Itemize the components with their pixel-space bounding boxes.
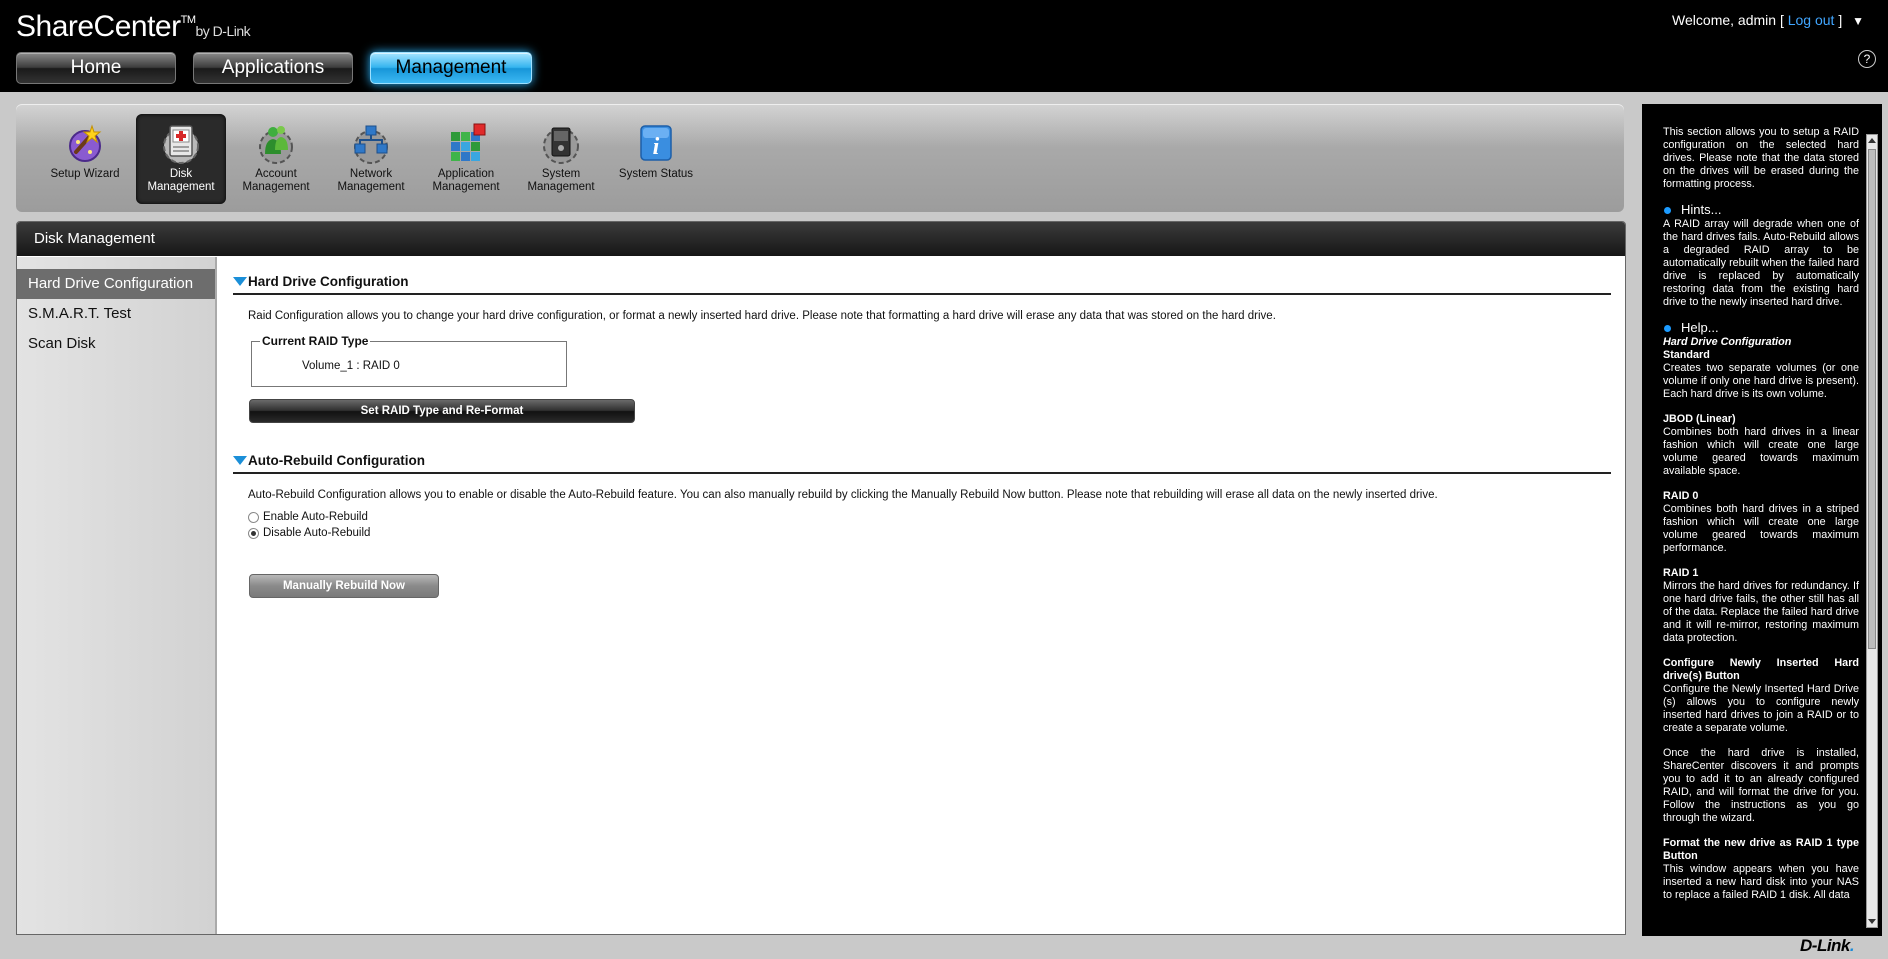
disable-auto-rebuild-option[interactable]: Disable Auto-Rebuild xyxy=(248,527,370,539)
dlink-logo-dot: . xyxy=(1849,936,1855,955)
help-jbod-text: Combines both hard drives in a linear fa… xyxy=(1663,426,1859,477)
toolbar-system-management[interactable]: System Management xyxy=(516,114,606,204)
help-once-text: Once the hard drive is installed, ShareC… xyxy=(1663,747,1859,824)
scroll-up-icon[interactable] xyxy=(1868,138,1876,143)
toolbar-disk-management-label2: Management xyxy=(147,181,215,193)
arc-description: Auto-Rebuild Configuration allows you to… xyxy=(248,489,1438,501)
main-content: Hard Drive Configuration Raid Configurat… xyxy=(233,257,1611,934)
toolbar-network-management[interactable]: Network Management xyxy=(326,114,416,204)
toolbar-network-management-label: Network xyxy=(349,168,393,180)
current-raid-box: Current RAID Type Volume_1 : RAID 0 xyxy=(251,334,567,387)
help-panel: This section allows you to setup a RAID … xyxy=(1642,104,1882,936)
help-format-text: This window appears when you have insert… xyxy=(1663,863,1859,901)
arc-section-header[interactable]: Auto-Rebuild Configuration xyxy=(233,450,1611,474)
help-intro: This section allows you to setup a RAID … xyxy=(1663,126,1859,190)
help-raid0-text: Combines both hard drives in a striped f… xyxy=(1663,503,1859,554)
help-jbod-title: JBOD (Linear) xyxy=(1663,413,1736,425)
disable-auto-rebuild-radio[interactable] xyxy=(248,527,259,539)
help-heading: Help... xyxy=(1663,321,1859,334)
manually-rebuild-button[interactable]: Manually Rebuild Now xyxy=(249,574,439,598)
welcome-text: Welcome, admin [ xyxy=(1672,12,1784,28)
help-icon[interactable]: ? xyxy=(1858,50,1876,68)
dlink-logo: D-Link. xyxy=(1800,936,1855,956)
disk-icon xyxy=(158,120,204,166)
brand-name: ShareCenter xyxy=(16,10,181,43)
help-raid0-title: RAID 0 xyxy=(1663,490,1699,502)
application-icon xyxy=(443,120,489,166)
side-menu: Hard Drive Configuration S.M.A.R.T. Test… xyxy=(17,257,217,934)
toolbar-disk-management-label: Disk xyxy=(169,168,193,180)
current-raid-value: Volume_1 : RAID 0 xyxy=(302,360,400,372)
toolbar-system-management-label: System xyxy=(541,168,581,180)
help-configure-title: Configure Newly Inserted Hard drive(s) B… xyxy=(1663,657,1859,682)
hdc-section-title: Hard Drive Configuration xyxy=(248,274,409,289)
help-format-title: Format the new drive as RAID 1 type Butt… xyxy=(1663,837,1859,862)
disable-auto-rebuild-label: Disable Auto-Rebuild xyxy=(263,527,371,539)
panel-title: Disk Management xyxy=(17,222,1625,256)
account-icon xyxy=(253,120,299,166)
brand-by: by D-Link xyxy=(195,23,251,39)
help-scrollbar[interactable] xyxy=(1866,134,1878,928)
welcome-close-bracket: ] xyxy=(1838,12,1843,28)
enable-auto-rebuild-option[interactable]: Enable Auto-Rebuild xyxy=(248,511,368,523)
menu-item-smart-test[interactable]: S.M.A.R.T. Test xyxy=(17,299,215,329)
help-standard-title: Standard xyxy=(1663,349,1710,361)
toolbar-system-status[interactable]: i System Status xyxy=(611,114,701,204)
wizard-icon xyxy=(62,120,108,166)
tab-applications[interactable]: Applications xyxy=(193,52,353,84)
logout-link[interactable]: Log out xyxy=(1788,12,1835,28)
toolbar-application-management-label: Application xyxy=(437,168,495,180)
toolbar-system-management-label2: Management xyxy=(527,181,595,193)
toolbar-system-status-label: System Status xyxy=(618,168,694,180)
top-header: ShareCenterTMby D-Link Home Applications… xyxy=(0,0,1888,92)
hints-heading: Hints... xyxy=(1663,203,1859,216)
sharecenter-logo: ShareCenterTMby D-Link xyxy=(16,10,251,44)
menu-item-hard-drive-configuration[interactable]: Hard Drive Configuration xyxy=(17,269,215,299)
set-raid-type-button[interactable]: Set RAID Type and Re-Format xyxy=(249,399,635,423)
collapse-triangle-icon[interactable] xyxy=(233,277,247,286)
toolbar-disk-management[interactable]: Disk Management xyxy=(136,114,226,204)
user-menu-dropdown-icon[interactable]: ▼ xyxy=(1852,14,1864,28)
tab-home-label: Home xyxy=(70,57,122,78)
tab-applications-label: Applications xyxy=(221,57,325,78)
scroll-thumb[interactable] xyxy=(1868,149,1876,649)
toolbar-account-management[interactable]: Account Management xyxy=(231,114,321,204)
help-raid1-text: Mirrors the hard drives for redundancy. … xyxy=(1663,580,1859,644)
help-hdc-title: Hard Drive Configuration xyxy=(1663,336,1792,348)
menu-item-scan-disk[interactable]: Scan Disk xyxy=(17,329,215,359)
scroll-down-icon[interactable] xyxy=(1868,919,1876,924)
trademark: TM xyxy=(180,14,196,26)
toolbar-application-management[interactable]: Application Management xyxy=(421,114,511,204)
info-icon: i xyxy=(633,120,679,166)
help-raid1-title: RAID 1 xyxy=(1663,567,1699,579)
hdc-description: Raid Configuration allows you to change … xyxy=(248,310,1276,322)
management-toolbar: Setup Wizard Disk Management Account Man… xyxy=(16,104,1624,212)
network-icon xyxy=(348,120,394,166)
arc-section-title: Auto-Rebuild Configuration xyxy=(248,453,425,468)
enable-auto-rebuild-radio[interactable] xyxy=(248,511,259,523)
enable-auto-rebuild-label: Enable Auto-Rebuild xyxy=(263,511,368,523)
toolbar-setup-wizard-label: Setup Wizard xyxy=(50,168,120,180)
welcome-bar: Welcome, admin [ Log out ] ▼ xyxy=(1672,12,1864,28)
tab-management-label: Management xyxy=(395,57,507,78)
svg-text:i: i xyxy=(653,134,660,160)
toolbar-application-management-label2: Management xyxy=(432,181,500,193)
help-content: This section allows you to setup a RAID … xyxy=(1663,126,1859,914)
help-standard-text: Creates two separate volumes (or one vol… xyxy=(1663,362,1859,400)
hdc-section-header[interactable]: Hard Drive Configuration xyxy=(233,271,1611,295)
toolbar-network-management-label2: Management xyxy=(337,181,405,193)
toolbar-account-management-label: Account xyxy=(255,168,297,180)
dlink-logo-text: D-Link xyxy=(1800,936,1850,955)
toolbar-account-management-label2: Management xyxy=(242,181,310,193)
system-icon xyxy=(538,120,584,166)
tab-home[interactable]: Home xyxy=(16,52,176,84)
hints-text: A RAID array will degrade when one of th… xyxy=(1663,218,1859,308)
toolbar-setup-wizard[interactable]: Setup Wizard xyxy=(40,114,130,204)
help-configure-text: Configure the Newly Inserted Hard Drive … xyxy=(1663,683,1859,734)
collapse-triangle-icon[interactable] xyxy=(233,456,247,465)
disk-management-panel: Disk Management Hard Drive Configuration… xyxy=(16,221,1626,935)
current-raid-label: Current RAID Type xyxy=(260,334,371,348)
tab-management[interactable]: Management xyxy=(370,52,532,84)
